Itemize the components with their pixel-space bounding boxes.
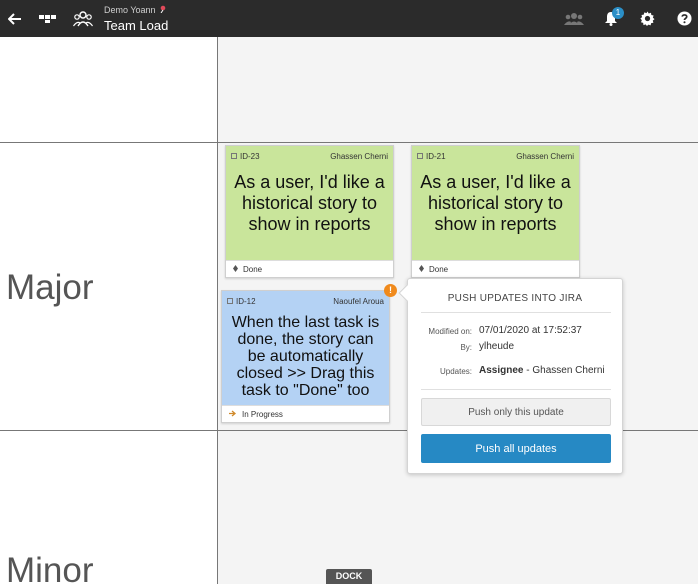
card-text: As a user, I'd like a historical story t… xyxy=(420,172,571,234)
pin-icon xyxy=(159,5,167,15)
status-icon xyxy=(419,264,424,274)
divider xyxy=(421,312,611,313)
sync-alert-icon[interactable]: ! xyxy=(384,284,397,297)
modified-on-value: 07/01/2020 at 17:52:37 xyxy=(479,325,582,336)
story-card[interactable]: ID-23 Ghassen Cherni As a user, I'd like… xyxy=(225,145,394,278)
push-only-this-update-button[interactable]: Push only this update xyxy=(421,398,611,426)
popup-title: PUSH UPDATES INTO JIRA xyxy=(447,293,583,304)
by-label: By: xyxy=(460,343,472,352)
checkbox-icon xyxy=(227,298,233,304)
updates-field: Assignee xyxy=(479,365,524,376)
back-arrow-icon[interactable] xyxy=(4,0,26,37)
card-assignee: Ghassen Cherni xyxy=(516,151,574,161)
push-all-updates-button[interactable]: Push all updates xyxy=(421,434,611,463)
task-card[interactable]: ID-12 Naoufel Aroua When the last task i… xyxy=(221,290,390,423)
modified-on-label: Modified on: xyxy=(428,327,472,336)
card-status: Done xyxy=(429,264,449,274)
checkbox-icon xyxy=(417,153,423,159)
notification-badge[interactable]: 1 xyxy=(612,7,624,19)
in-progress-icon xyxy=(229,410,237,419)
divider xyxy=(421,389,611,390)
lane-label-minor: Minor xyxy=(6,551,94,584)
card-status: In Progress xyxy=(242,409,283,419)
by-value: ylheude xyxy=(479,341,515,352)
push-updates-popup: PUSH UPDATES INTO JIRA Modified on: 07/0… xyxy=(398,278,623,474)
board-titles: Demo Yoann Team Load xyxy=(104,4,168,33)
board-icon[interactable] xyxy=(37,0,59,37)
updates-label: Updates: xyxy=(439,367,472,376)
top-bar: Demo Yoann Team Load 1 xyxy=(0,0,698,37)
updates-value: - Ghassen Cherni xyxy=(523,365,605,376)
lane-label-major: Major xyxy=(6,268,94,307)
card-id: ID-21 xyxy=(426,151,446,161)
card-text: As a user, I'd like a historical story t… xyxy=(234,172,385,234)
card-status: Done xyxy=(243,264,263,274)
card-id: ID-23 xyxy=(240,151,260,161)
story-card[interactable]: ID-21 Ghassen Cherni As a user, I'd like… xyxy=(411,145,580,278)
page-title: Team Load xyxy=(104,18,169,33)
lane-body-1 xyxy=(218,37,698,142)
users-icon[interactable] xyxy=(562,0,586,37)
dock-toggle[interactable]: DOCK xyxy=(326,569,372,584)
lane-header-1 xyxy=(0,37,218,142)
status-icon xyxy=(233,264,238,274)
checkbox-icon xyxy=(231,153,237,159)
board-subtitle: Demo Yoann xyxy=(104,5,156,15)
card-text: When the last task is done, the story ca… xyxy=(231,314,380,399)
card-assignee: Naoufel Aroua xyxy=(333,296,384,306)
card-id: ID-12 xyxy=(236,296,256,306)
lane-header-minor: Minor xyxy=(0,431,218,584)
card-assignee: Ghassen Cherni xyxy=(330,151,388,161)
help-icon[interactable] xyxy=(673,0,695,37)
team-icon xyxy=(72,0,94,37)
lane-header-major: Major xyxy=(0,143,218,430)
gear-icon[interactable] xyxy=(636,0,658,37)
